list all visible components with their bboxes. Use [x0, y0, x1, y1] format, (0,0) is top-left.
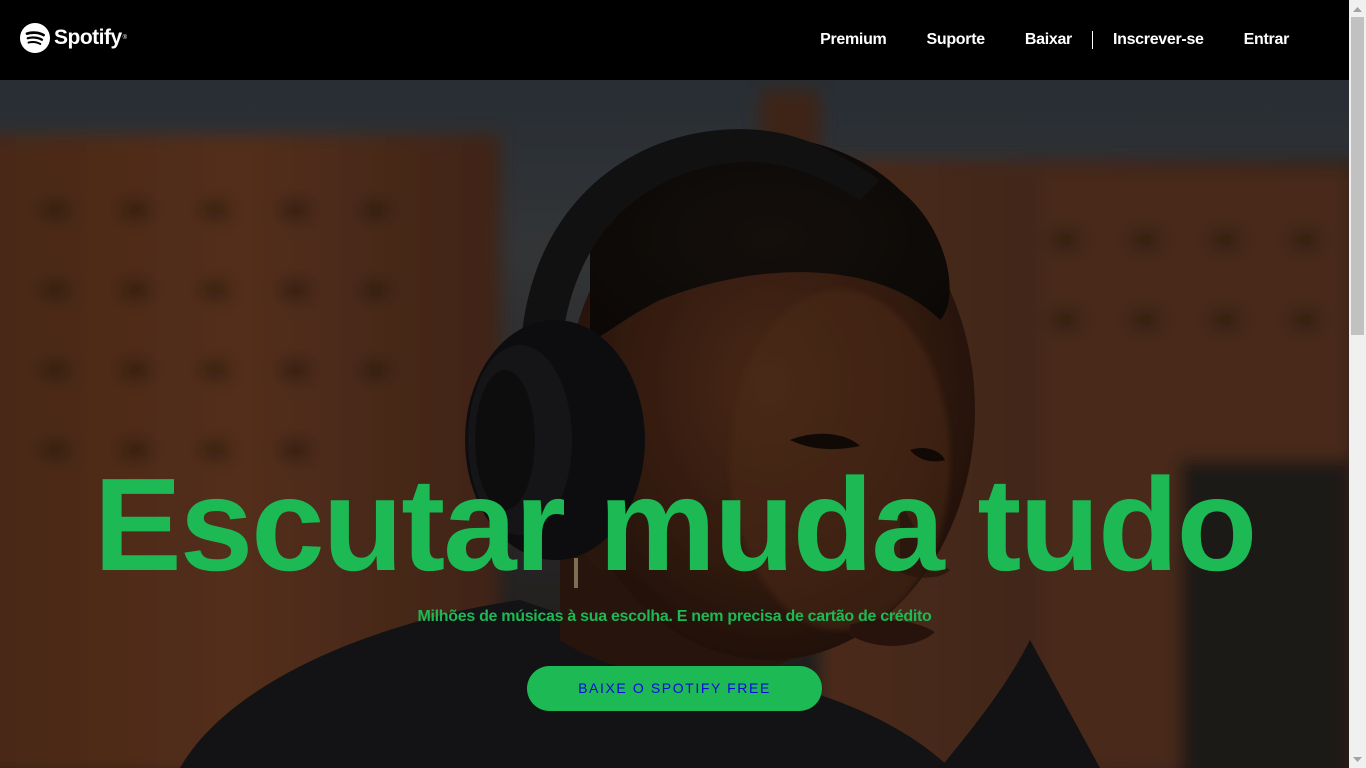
nav-suporte[interactable]: Suporte	[926, 31, 985, 49]
download-free-button[interactable]: BAIXE O SPOTIFY FREE	[527, 666, 822, 711]
brand-registered-mark: ®	[122, 35, 128, 41]
scroll-down-button[interactable]	[1349, 751, 1366, 768]
nav-baixar[interactable]: Baixar	[1025, 31, 1072, 49]
spotify-logo[interactable]: Spotify ®	[20, 23, 127, 53]
brand-name: Spotify	[54, 26, 122, 49]
main-nav: Premium Suporte Baixar Inscrever-se Entr…	[820, 0, 1349, 80]
hero-section: Escutar muda tudo Milhões de músicas à s…	[0, 80, 1349, 768]
hero-dark-overlay	[0, 80, 1349, 768]
scroll-up-button[interactable]	[1349, 0, 1366, 17]
hero-subtitle: Milhões de músicas à sua escolha. E nem …	[417, 608, 932, 625]
chevron-up-icon	[1353, 6, 1362, 12]
chevron-down-icon	[1353, 756, 1362, 762]
nav-divider	[1091, 31, 1093, 49]
nav-premium[interactable]: Premium	[820, 31, 887, 49]
site-header: Spotify ® Premium Suporte Baixar Inscreve…	[0, 0, 1349, 80]
nav-entrar[interactable]: Entrar	[1244, 31, 1290, 49]
page-scrollbar[interactable]	[1349, 0, 1366, 768]
page: Spotify ® Premium Suporte Baixar Inscreve…	[0, 0, 1366, 768]
nav-inscrever-se[interactable]: Inscrever-se	[1113, 31, 1204, 49]
scrollbar-thumb[interactable]	[1351, 17, 1364, 335]
spotify-logo-icon	[20, 23, 50, 53]
hero-title: Escutar muda tudo	[93, 451, 1257, 598]
